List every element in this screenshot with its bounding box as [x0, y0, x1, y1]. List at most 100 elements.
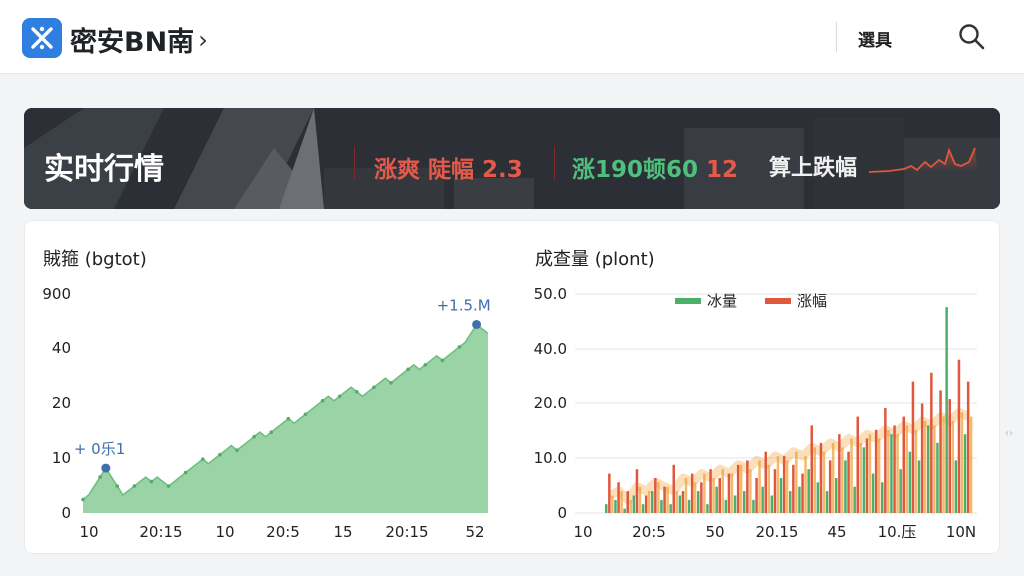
- volume-bar: [859, 442, 862, 513]
- volume-bar: [810, 425, 813, 513]
- volume-bar: [776, 456, 780, 513]
- x-tick-label: 20:15: [385, 523, 428, 541]
- volume-bar: [948, 399, 951, 513]
- brand-title-link[interactable]: 密安BN南 ›: [70, 20, 208, 59]
- volume-bar-chart[interactable]: 50.0 40.0 20.0 10.0 0 10 20:5 50 20.15 45 10.压 10N 冰…: [525, 281, 985, 551]
- volume-bar: [773, 469, 777, 513]
- volume-bar: [761, 486, 764, 513]
- volume-bar: [789, 491, 792, 513]
- volume-bar: [718, 478, 721, 513]
- volume-bar: [690, 473, 694, 513]
- volume-bar: [657, 482, 660, 513]
- volume-bar: [890, 434, 893, 513]
- legend-label: 冰量: [707, 292, 737, 310]
- banner-title: 实时行情: [44, 152, 164, 187]
- volume-bar: [629, 499, 632, 513]
- volume-bar: [617, 482, 620, 513]
- x-tick-label: 20.15: [756, 523, 799, 541]
- y-tick-label: 900: [42, 285, 71, 303]
- legend-swatch: [675, 298, 701, 304]
- volume-bar: [755, 478, 758, 513]
- app-logo[interactable]: [22, 18, 62, 58]
- volume-bar: [608, 473, 611, 513]
- volume-bar: [939, 390, 942, 513]
- volume-bar: [697, 491, 700, 513]
- volume-bar: [798, 486, 801, 513]
- volume-bar: [767, 464, 770, 513]
- volume-bar: [724, 499, 728, 513]
- price-point: [355, 390, 359, 394]
- volume-bar: [917, 460, 921, 513]
- y-tick-label: 10: [52, 449, 71, 467]
- volume-bar: [865, 438, 869, 513]
- market-banner[interactable]: 实时行情 涨爽 陡幅 2.3 涨190顿60 12 算上跌幅: [24, 108, 1000, 209]
- volume-bar: [966, 381, 970, 513]
- volume-stat: 涨190顿60 12: [572, 150, 738, 184]
- volume-bar: [841, 447, 844, 513]
- price-point: [149, 479, 154, 484]
- volume-bar: [605, 504, 608, 513]
- price-point: [81, 497, 85, 502]
- volume-bar: [795, 451, 798, 513]
- volume-bar: [828, 460, 832, 513]
- volume-bar: [835, 478, 838, 513]
- volume-bar: [611, 495, 614, 513]
- x-tick-label: 20:15: [139, 523, 182, 541]
- volume-bar: [887, 429, 890, 513]
- price-point: [286, 416, 291, 421]
- volume-bar: [862, 447, 866, 513]
- price-point: [320, 398, 325, 403]
- volume-bar: [681, 491, 685, 513]
- y-tick-label: 10.0: [534, 449, 567, 467]
- volume-bar: [758, 460, 761, 513]
- volume-bar: [632, 495, 636, 513]
- volume-bar: [684, 478, 688, 513]
- scroll-handle-icon[interactable]: ‹›: [1005, 428, 1013, 439]
- volume-bar: [792, 464, 795, 513]
- menu-button[interactable]: 選具: [858, 26, 892, 51]
- volume-bar: [960, 412, 964, 513]
- legend-label: 涨幅: [797, 292, 827, 310]
- price-point: [389, 381, 393, 385]
- volume-bar: [709, 469, 712, 513]
- brand-title: 密安BN南: [70, 27, 195, 58]
- volume-bar: [672, 464, 675, 513]
- volume-bar: [856, 416, 859, 513]
- legend-swatch: [765, 298, 791, 304]
- price-point: [252, 434, 256, 439]
- volume-bar: [654, 478, 657, 513]
- banner-divider: [354, 146, 355, 180]
- volume-bar: [933, 425, 936, 513]
- volume-bar: [733, 495, 737, 513]
- volume-bar: [868, 434, 872, 513]
- volume-bar: [807, 469, 810, 513]
- volume-bar: [914, 429, 918, 513]
- volume-bar: [712, 478, 715, 513]
- volume-bar: [838, 434, 841, 513]
- volume-bar: [816, 482, 820, 513]
- volume-bar: [963, 434, 967, 513]
- volume-bar: [660, 499, 663, 513]
- y-tick-label: 40: [52, 339, 71, 357]
- volume-bar: [669, 504, 672, 513]
- price-point: [269, 430, 274, 434]
- volume-bar: [730, 473, 734, 513]
- volume-bar: [678, 495, 682, 513]
- volume-bar: [752, 499, 755, 513]
- volume-bar: [920, 403, 924, 513]
- volume-bar: [739, 464, 743, 513]
- volume-bar: [727, 473, 731, 513]
- volume-bar: [877, 438, 881, 513]
- price-area-chart[interactable]: 900 40 20 10 0 10 20:15 10 20:5 15 20:15 52 + 0乐1 +1.…: [33, 281, 503, 551]
- search-icon: [959, 24, 985, 50]
- volume-stat-change: 12: [706, 157, 739, 183]
- volume-bar: [635, 469, 639, 513]
- x-tick-label: 10N: [946, 523, 976, 541]
- volume-bar: [850, 438, 853, 513]
- volume-bar: [782, 456, 786, 513]
- price-point: [200, 457, 205, 461]
- chevron-right-icon: ›: [198, 25, 208, 54]
- volume-bar: [746, 460, 749, 513]
- header-divider: [836, 22, 837, 52]
- search-button[interactable]: [956, 22, 988, 54]
